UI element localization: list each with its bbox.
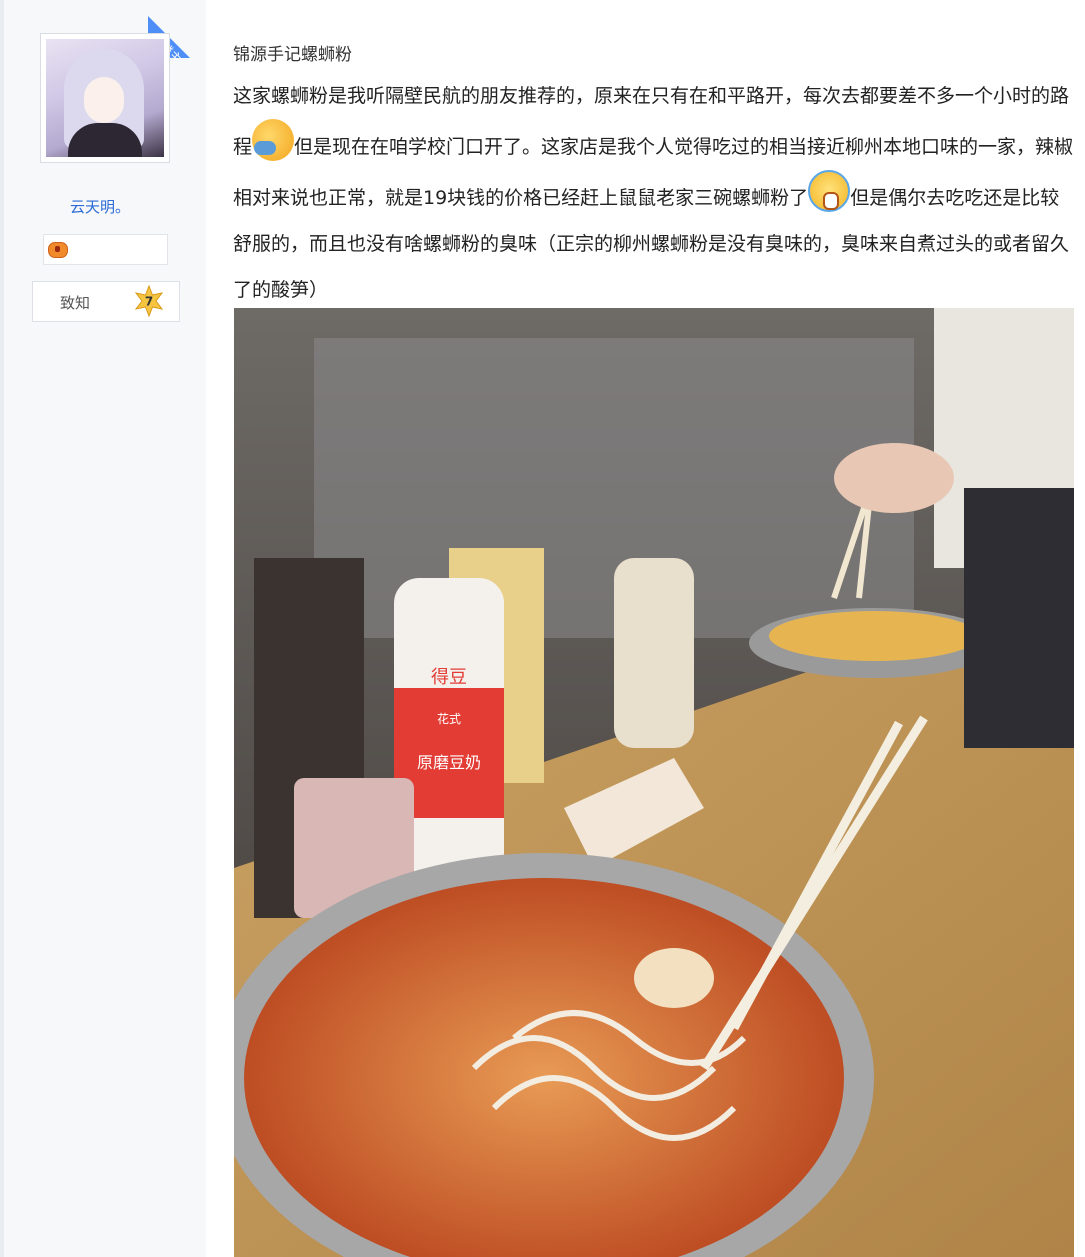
author-sidebar (0, 0, 206, 1257)
gamepad-icon (48, 242, 68, 258)
username-link[interactable]: 云天明。 (70, 196, 130, 217)
user-level-box (43, 234, 168, 265)
bottle-sub: 花式 (437, 711, 461, 726)
rank-star-icon: 7 (134, 285, 164, 317)
sick-emoji-icon (252, 119, 295, 161)
photo-illustration: 得豆 花式 原磨豆奶 (234, 308, 1074, 1257)
post-content: 锦源手记螺蛳粉 这家螺蛳粉是我听隔壁民航的朋友推荐的，原来在只有在和平路开，每次… (233, 44, 1078, 313)
bottle-label: 原磨豆奶 (417, 753, 481, 772)
post-body: 这家螺蛳粉是我听隔壁民航的朋友推荐的，原来在只有在和平路开，每次去都要差不多一个… (233, 73, 1078, 313)
bottle-brand: 得豆 (431, 667, 467, 688)
post-title: 锦源手记螺蛳粉 (233, 45, 352, 65)
rank-label: 致知 (60, 294, 91, 312)
anime-girl-avatar-icon (46, 39, 164, 157)
rank-level-number: 7 (145, 295, 153, 309)
crying-emoji-icon (808, 170, 851, 212)
user-rank-box[interactable]: 致知 7 (32, 281, 180, 322)
avatar[interactable] (40, 33, 170, 163)
luosifen-photo[interactable]: 得豆 花式 原磨豆奶 (234, 308, 1074, 1257)
